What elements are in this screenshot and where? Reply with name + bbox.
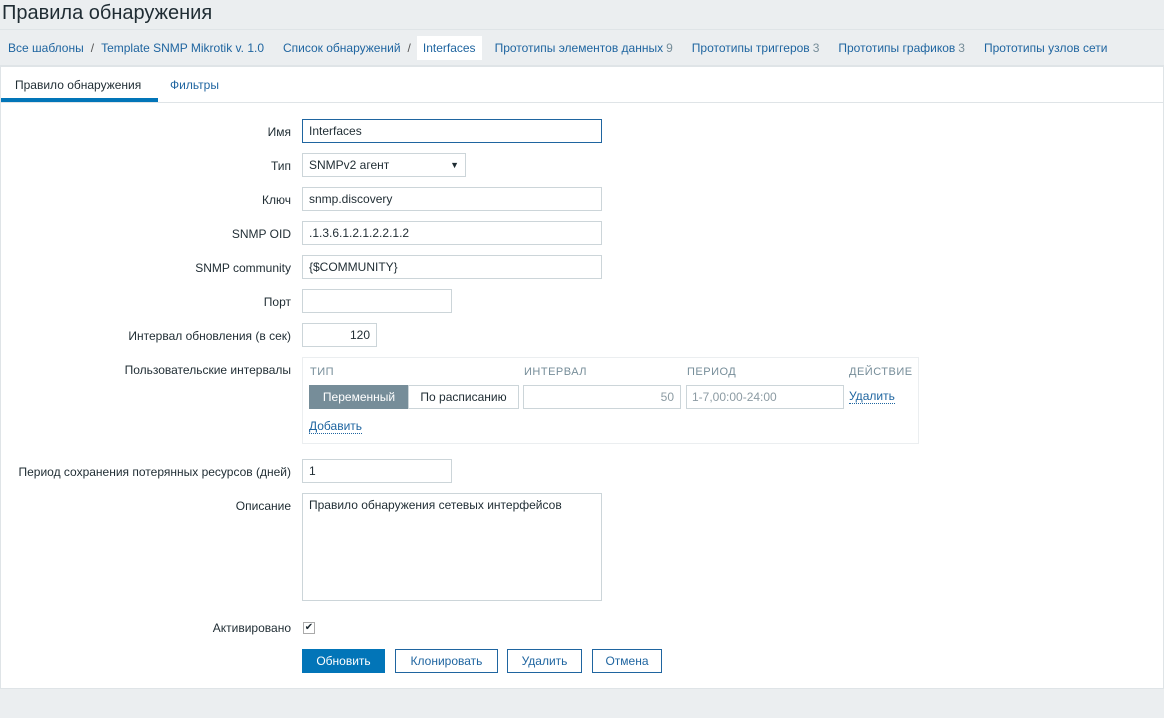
port-label: Порт	[263, 295, 291, 309]
nav-host-prototypes[interactable]: Прототипы узлов сети	[984, 41, 1108, 55]
tab-filters[interactable]: Фильтры	[170, 78, 219, 92]
separator: /	[90, 40, 95, 55]
tab-discovery-rule[interactable]: Правило обнаружения	[15, 78, 141, 92]
nav-item-prototypes[interactable]: Прототипы элементов данных 9	[495, 41, 673, 55]
label: Прототипы триггеров	[691, 40, 810, 55]
custom-intervals-table: ТИП ИНТЕРВАЛ ПЕРИОД ДЕЙСТВИЕ Переменный …	[302, 357, 919, 444]
separator: /	[407, 40, 411, 55]
tab-bar: Правило обнаружения Фильтры	[1, 67, 1163, 103]
custom-interval-input[interactable]: 50	[523, 385, 681, 409]
interval-input[interactable]: 120	[302, 323, 377, 347]
oid-label: SNMP OID	[231, 227, 291, 241]
col-type: ТИП	[310, 366, 335, 378]
custom-intervals-label: Пользовательские интервалы	[124, 363, 291, 377]
nav-trigger-prototypes[interactable]: Прототипы триггеров 3	[692, 41, 820, 55]
add-interval-link[interactable]: Добавить	[309, 419, 363, 434]
community-input[interactable]: {$COMMUNITY}	[302, 255, 602, 279]
flexible-toggle[interactable]: Переменный	[309, 385, 409, 409]
update-button[interactable]: Обновить	[302, 649, 385, 673]
lifetime-input[interactable]: 1	[302, 459, 452, 483]
key-label: Ключ	[262, 193, 291, 207]
col-period: ПЕРИОД	[687, 366, 737, 378]
form-container: Правило обнаружения Фильтры Имя Interfac…	[0, 66, 1164, 689]
col-action: ДЕЙСТВИЕ	[849, 366, 913, 378]
clone-button[interactable]: Клонировать	[395, 649, 498, 673]
breadcrumb-template[interactable]: Template SNMP Mikrotik v. 1.0	[101, 41, 264, 55]
name-label: Имя	[267, 125, 291, 139]
interval-label: Интервал обновления (в сек)	[128, 329, 291, 343]
type-select[interactable]: SNMPv2 агент	[302, 153, 466, 177]
description-label: Описание	[235, 499, 291, 513]
page-title: Правила обнаружения	[2, 2, 213, 24]
enabled-label: Активировано	[212, 621, 291, 635]
label: Прототипы графиков	[838, 40, 956, 55]
breadcrumb-all-templates[interactable]: Все шаблоны	[8, 41, 84, 55]
port-input[interactable]	[302, 289, 452, 313]
count: 3	[958, 40, 965, 55]
scheduling-toggle[interactable]: По расписанию	[408, 385, 519, 409]
breadcrumb-current[interactable]: Interfaces	[416, 35, 482, 60]
type-value: SNMPv2 агент	[309, 158, 390, 172]
description-textarea[interactable]: Правило обнаружения сетевых интерфейсов	[302, 493, 602, 601]
col-interval: ИНТЕРВАЛ	[524, 366, 588, 378]
name-input[interactable]: Interfaces	[302, 119, 602, 143]
oid-input[interactable]: .1.3.6.1.2.1.2.2.1.2	[302, 221, 602, 245]
active-tab-indicator	[1, 98, 158, 102]
breadcrumb-discovery-list[interactable]: Список обнаружений	[283, 41, 401, 55]
cancel-button[interactable]: Отмена	[592, 649, 662, 673]
community-label: SNMP community	[195, 261, 291, 275]
type-label: Тип	[270, 159, 291, 173]
lifetime-label: Период сохранения потерянных ресурсов (д…	[18, 465, 291, 479]
count: 3	[812, 40, 820, 55]
remove-interval-link[interactable]: Удалить	[849, 389, 895, 404]
count: 9	[666, 40, 673, 55]
delete-button[interactable]: Удалить	[507, 649, 582, 673]
breadcrumb: Все шаблоны / Template SNMP Mikrotik v. 1…	[0, 29, 1164, 66]
custom-period-input[interactable]: 1-7,00:00-24:00	[686, 385, 844, 409]
nav-graph-prototypes[interactable]: Прототипы графиков 3	[838, 41, 965, 55]
enabled-checkbox[interactable]: ✔	[303, 622, 315, 634]
key-input[interactable]: snmp.discovery	[302, 187, 602, 211]
label: Прототипы элементов данных	[494, 40, 664, 55]
